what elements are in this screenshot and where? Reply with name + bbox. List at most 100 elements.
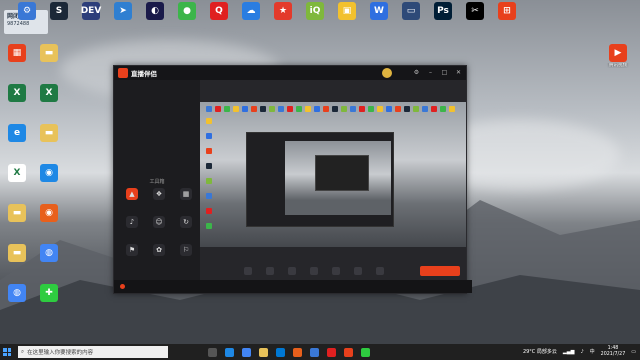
preview-desktop-icon — [323, 106, 329, 112]
app-logo-icon — [118, 68, 128, 78]
edge-icon[interactable] — [225, 347, 234, 357]
store-icon[interactable] — [276, 347, 285, 357]
start-button[interactable] — [0, 344, 14, 360]
tool-item[interactable]: ⚑ — [120, 244, 144, 257]
chrome-icon[interactable] — [242, 347, 251, 357]
desktop-left-icon-column: ▦ ▬ X Xe ▬ X ◉ ▬ ◉ ▬ ◍ ◍ ✚ — [2, 44, 66, 344]
tool-item[interactable]: ☺ — [147, 216, 171, 229]
desktop-icon[interactable]: X — [34, 84, 64, 114]
desktop-icon-tencent-video[interactable]: ▶ 腾讯视频 — [600, 44, 636, 68]
desktop-icon[interactable]: iQ — [300, 2, 330, 36]
control-icon — [332, 267, 340, 275]
preview-desktop-icon — [206, 133, 212, 139]
desktop-icon[interactable]: ◉ — [34, 204, 64, 234]
live-control-button[interactable] — [372, 267, 388, 275]
app-icon[interactable] — [310, 347, 319, 357]
preview-desktop-icon — [233, 106, 239, 112]
start-live-button[interactable] — [420, 266, 460, 276]
volume-icon[interactable]: ♪ — [580, 349, 583, 355]
desktop-icon[interactable]: ▣ — [332, 2, 362, 36]
weather-text[interactable]: 29°C 局部多云 — [523, 348, 557, 355]
input-lang[interactable]: 中 — [590, 348, 595, 355]
maximize-icon[interactable]: □ — [441, 69, 448, 76]
desktop-icon[interactable]: ▦ — [2, 44, 32, 74]
app-icon: ➤ — [114, 2, 132, 20]
live-companion-window[interactable]: 直播伴侣 ⚙ – □ ✕ 工具箱 ▲ ❖ ▦ ♪ ☺ ↻ ⚑ ✿ ⚐ — [113, 65, 472, 294]
desktop-icon[interactable]: DEV — [76, 2, 106, 36]
desktop-icon[interactable]: ▬ — [2, 204, 32, 234]
minimize-icon[interactable]: – — [427, 69, 434, 76]
network-icon[interactable]: ▂▄▆ — [563, 349, 575, 355]
preview-desktop-icon — [332, 106, 338, 112]
desktop-icon[interactable]: W — [364, 2, 394, 36]
taskbar-search-box[interactable]: ⌕ 在这里输入你要搜索的内容 — [18, 346, 168, 358]
live-control-button[interactable] — [240, 267, 256, 275]
desktop-icon[interactable]: ▬ — [34, 124, 64, 154]
app-icon: DEV — [81, 2, 101, 20]
desktop-icon[interactable]: ⊞ — [492, 2, 522, 36]
app-icon: ★ — [274, 2, 292, 20]
live-control-button[interactable] — [262, 267, 278, 275]
app-icon: W — [370, 2, 388, 20]
desktop-icon[interactable]: ☁ — [236, 2, 266, 36]
desktop-icon[interactable]: ◐ — [140, 2, 170, 36]
tool-item[interactable]: ⚐ — [174, 244, 198, 257]
user-avatar[interactable] — [382, 68, 392, 78]
preview-desktop-icon — [305, 106, 311, 112]
app-icon[interactable] — [361, 347, 370, 357]
app-icon: Ps — [434, 2, 452, 20]
media-icon[interactable] — [293, 347, 302, 357]
desktop-icon[interactable]: ▭ — [396, 2, 426, 36]
app-icon: Q — [210, 2, 228, 20]
task-view-icon[interactable] — [208, 347, 217, 357]
tool-item[interactable]: ▲ — [120, 188, 144, 201]
live-control-button[interactable] — [306, 267, 322, 275]
desktop-icon[interactable]: ▬ — [2, 244, 32, 274]
desktop-icon[interactable]: ✚ — [34, 284, 64, 314]
tool-item[interactable]: ❖ — [147, 188, 171, 201]
preview-desktop-icon — [341, 106, 347, 112]
desktop-icon[interactable]: ● — [172, 2, 202, 36]
live-control-button[interactable] — [328, 267, 344, 275]
tool-icon: ♪ — [126, 216, 138, 228]
tool-item[interactable]: ↻ — [174, 216, 198, 229]
clock[interactable]: 1:48 2021/7/27 — [601, 346, 626, 357]
app-icon: ✂ — [466, 2, 484, 20]
live-control-button[interactable] — [284, 267, 300, 275]
app-icon: ◐ — [146, 2, 164, 20]
desktop-icon[interactable]: X — [2, 164, 32, 194]
folder-icon[interactable] — [259, 347, 268, 357]
close-icon[interactable]: ✕ — [455, 69, 462, 76]
settings-icon[interactable]: ⚙ — [413, 69, 420, 76]
app-name: 直播伴侣 — [131, 70, 157, 78]
desktop-icon[interactable]: S — [44, 2, 74, 36]
desktop-icon[interactable]: Q — [204, 2, 234, 36]
desktop-icon[interactable]: e — [2, 124, 32, 154]
desktop-icon[interactable]: X — [2, 84, 32, 114]
tool-item[interactable]: ♪ — [120, 216, 144, 229]
app-icon[interactable] — [327, 347, 336, 357]
app-icon[interactable] — [344, 347, 353, 357]
desktop-top-icon-row: ⚙ S DEV ➤ ◐ ● Q ☁ ★ iQ ▣ W ▭ Ps ✂ ⊞ — [4, 2, 636, 36]
notification-icon[interactable]: ▭ — [631, 349, 636, 355]
live-preview-canvas[interactable] — [200, 102, 466, 247]
desktop-icon[interactable]: ➤ — [108, 2, 138, 36]
preview-desktop-icon — [422, 106, 428, 112]
desktop-icon[interactable]: ▬ — [34, 44, 64, 74]
app-title-bar[interactable]: 直播伴侣 ⚙ – □ ✕ — [114, 66, 466, 80]
live-control-button[interactable] — [350, 267, 366, 275]
preview-desktop-icon — [386, 106, 392, 112]
desktop-icon[interactable]: ✂ — [460, 2, 490, 36]
preview-desktop-icon — [206, 178, 212, 184]
desktop-icon[interactable]: ◍ — [34, 244, 64, 274]
desktop-icon[interactable]: ★ — [268, 2, 298, 36]
desktop-icon[interactable]: ◍ — [2, 284, 32, 314]
tool-item[interactable]: ✿ — [147, 244, 171, 257]
app-icon: ◍ — [40, 244, 58, 262]
desktop-icon[interactable]: ⚙ — [12, 2, 42, 36]
desktop-icon[interactable]: ◉ — [34, 164, 64, 194]
preview-panel — [200, 80, 466, 280]
tencent-video-icon: ▶ — [609, 44, 627, 62]
desktop-icon[interactable]: Ps — [428, 2, 458, 36]
tool-item[interactable]: ▦ — [174, 188, 198, 201]
